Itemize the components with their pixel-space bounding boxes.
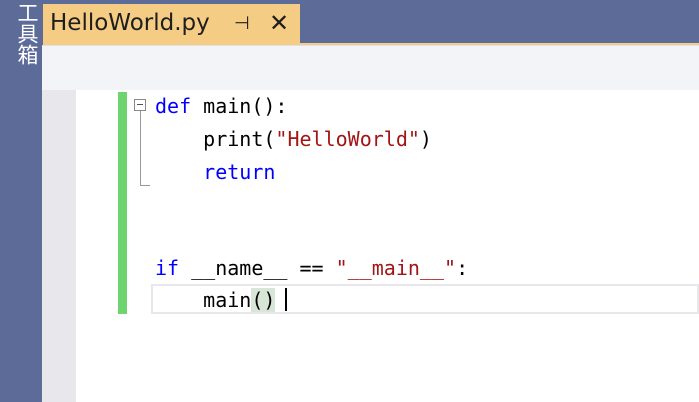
code-text: __name__ == (179, 256, 336, 280)
tab-helloworld-py[interactable]: HelloWorld.py ⊣ ✕ (43, 4, 300, 45)
close-icon[interactable]: ✕ (269, 9, 289, 37)
code-line-6[interactable]: if __name__ == "__main__": (155, 256, 468, 280)
change-tracking-bar (118, 92, 127, 314)
code-line-2[interactable]: print("HelloWorld") (155, 127, 432, 151)
code-line-1[interactable]: def main(): (155, 94, 287, 118)
code-text: ) (419, 127, 432, 151)
code-text: : (456, 256, 469, 280)
fold-guide-end (140, 185, 150, 186)
fold-guide (140, 111, 141, 185)
pin-icon[interactable]: ⊣ (234, 13, 250, 34)
text-caret (285, 288, 287, 311)
collapse-icon[interactable] (134, 99, 146, 111)
navigation-bar[interactable] (42, 45, 699, 91)
code-text: main (155, 288, 252, 312)
code-text: print( (155, 127, 276, 151)
keyword: return (203, 160, 276, 184)
bracket-match: () (251, 288, 276, 312)
code-text: main(): (191, 94, 288, 118)
keyword: if (155, 256, 180, 280)
editor-margin[interactable] (42, 90, 76, 402)
tab-title: HelloWorld.py (50, 10, 210, 36)
code-line-7[interactable]: main() (155, 288, 276, 312)
string-literal: "__main__" (335, 256, 457, 280)
code-line-3[interactable]: return (155, 160, 275, 184)
string-literal: "HelloWorld" (275, 127, 420, 151)
keyword: def (155, 94, 192, 118)
toolbox-label[interactable]: 工具箱 (0, 0, 42, 120)
toolbox-panel[interactable]: 工具箱 (0, 0, 42, 402)
